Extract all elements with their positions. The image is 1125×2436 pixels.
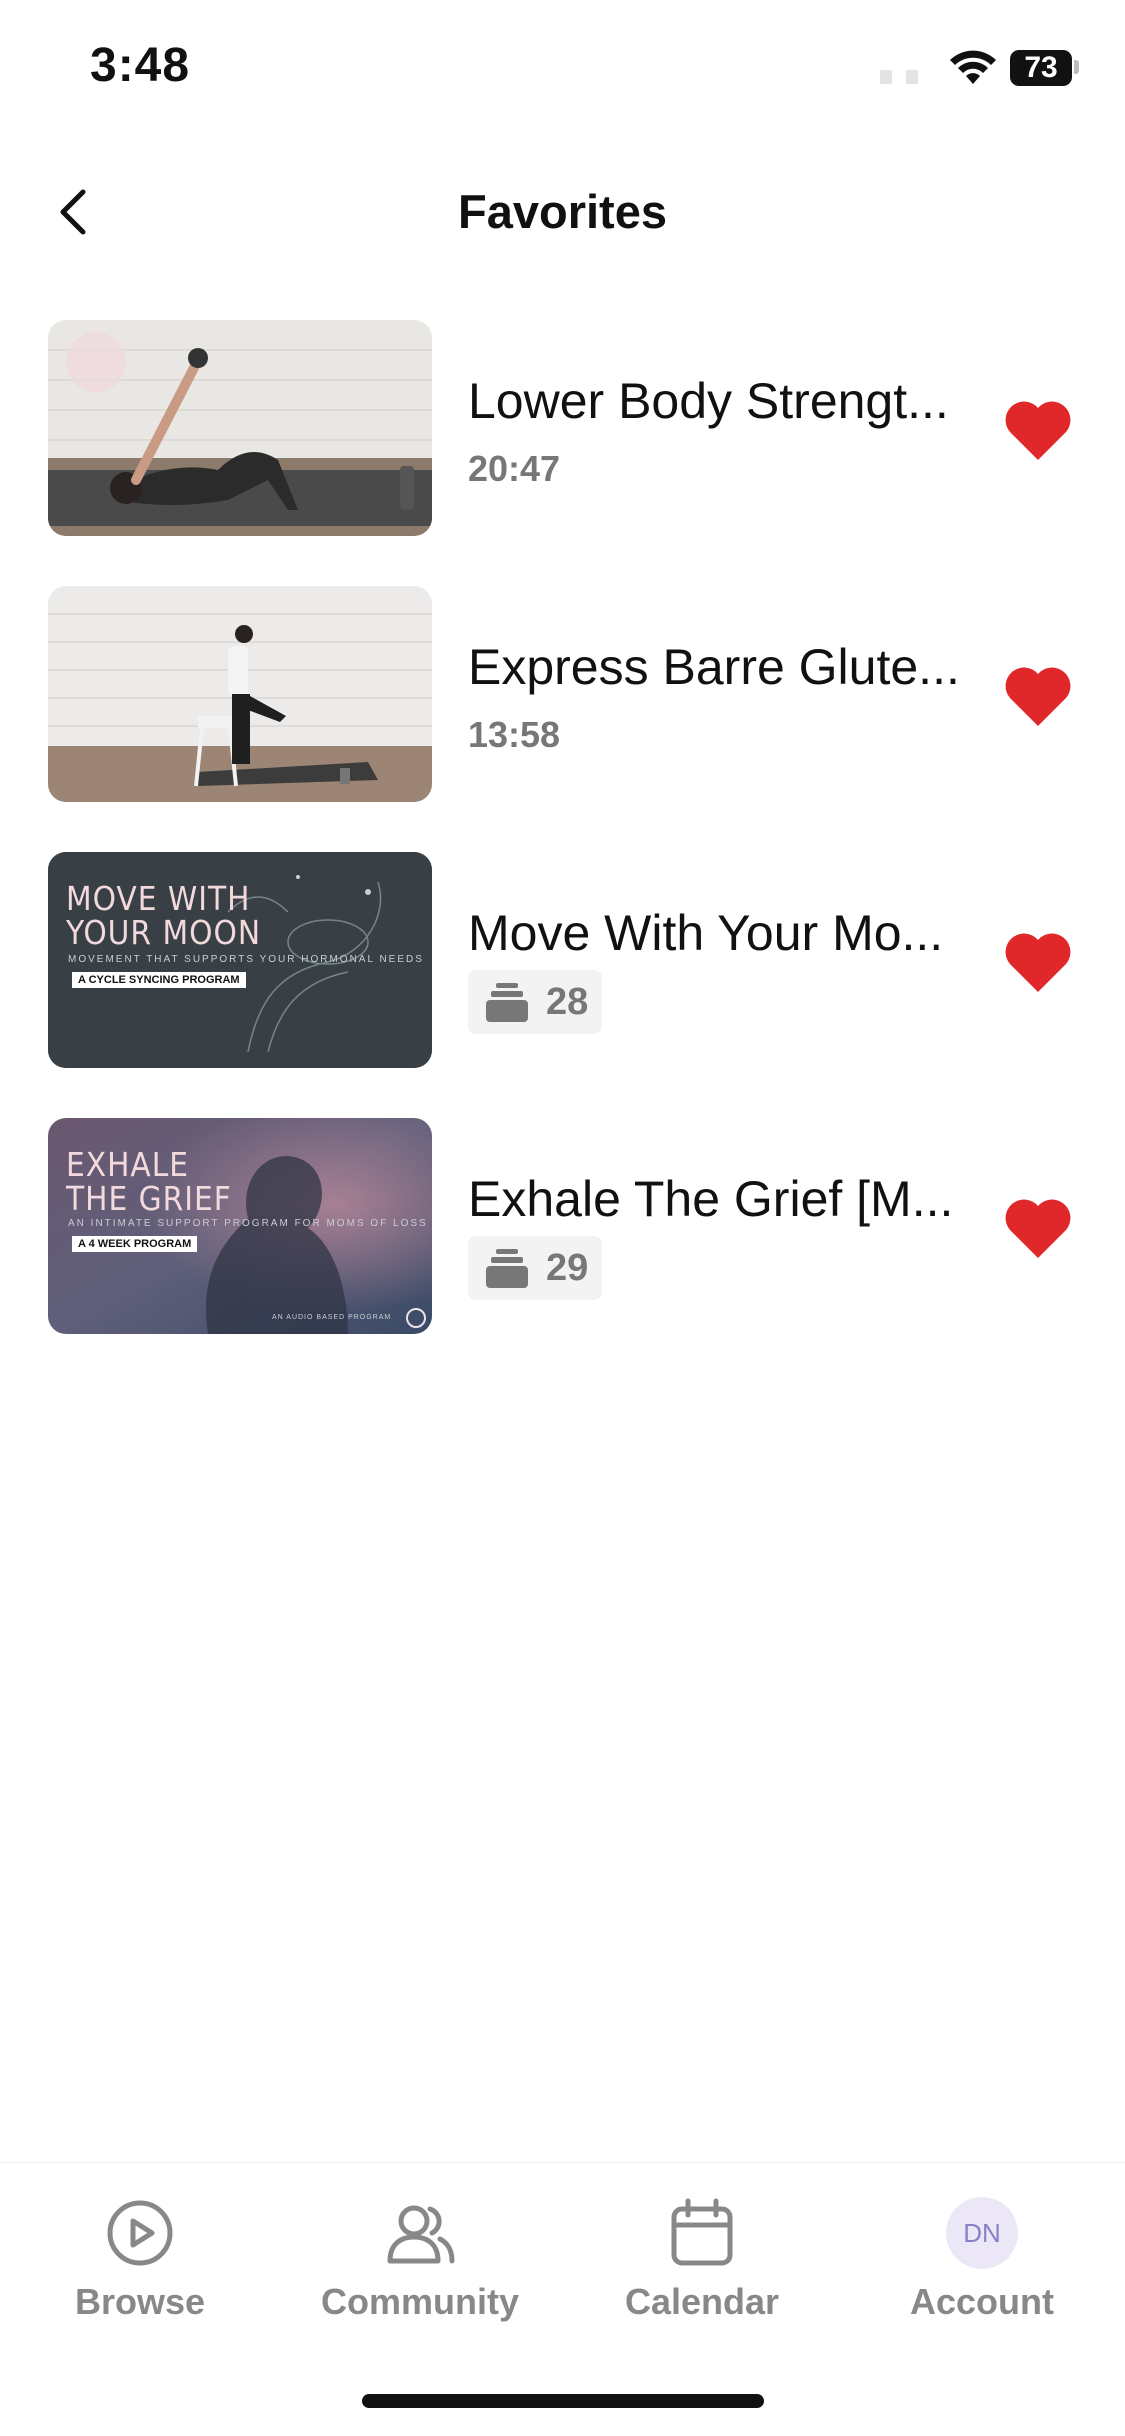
calendar-icon bbox=[671, 2198, 733, 2266]
thumbnail-heading: EXHALE THE GRIEF bbox=[66, 1145, 232, 1218]
home-indicator bbox=[362, 2394, 764, 2408]
favorite-item[interactable]: MOVE WITH YOUR MOON MOVEMENT THAT SUPPORT… bbox=[0, 852, 1125, 1072]
favorite-item[interactable]: Express Barre Glute... 13:58 bbox=[0, 586, 1125, 806]
tab-label: Calendar bbox=[624, 2281, 780, 2322]
tab-account[interactable]: DN Account bbox=[862, 2197, 1102, 2337]
favorites-screen: 3:48 73 Favorites Lower Body Strengt... … bbox=[0, 0, 1125, 2436]
lesson-count-badge: 29 bbox=[468, 1236, 603, 1300]
item-title: Move With Your Mo... bbox=[468, 905, 944, 961]
heart-icon[interactable] bbox=[1003, 1196, 1073, 1260]
thumbnail-tag: A 4 WEEK PROGRAM bbox=[72, 1236, 198, 1252]
item-duration: 20:47 bbox=[468, 448, 561, 489]
favorite-item[interactable]: Lower Body Strengt... 20:47 bbox=[0, 320, 1125, 540]
lesson-count-badge: 28 bbox=[468, 970, 603, 1034]
tab-label: Community bbox=[321, 2281, 519, 2322]
users-icon bbox=[387, 2205, 455, 2264]
lesson-count: 28 bbox=[546, 980, 589, 1023]
video-thumbnail[interactable] bbox=[48, 586, 432, 802]
header: Favorites bbox=[0, 160, 1125, 270]
lesson-count: 29 bbox=[546, 1246, 589, 1289]
item-title: Exhale The Grief [M... bbox=[468, 1171, 954, 1227]
stack-icon bbox=[486, 983, 528, 1022]
item-title: Lower Body Strengt... bbox=[468, 373, 949, 429]
wifi-icon bbox=[950, 50, 996, 84]
thumbnail-heading: MOVE WITH YOUR MOON bbox=[66, 879, 262, 952]
program-thumbnail[interactable]: EXHALE THE GRIEF AN INTIMATE SUPPORT PROG… bbox=[48, 1118, 432, 1334]
stack-icon bbox=[486, 1249, 528, 1288]
status-bar: 3:48 73 bbox=[0, 0, 1125, 140]
battery-tip bbox=[1074, 60, 1079, 74]
favorite-item[interactable]: EXHALE THE GRIEF AN INTIMATE SUPPORT PROG… bbox=[0, 1118, 1125, 1338]
tab-label: Account bbox=[910, 2281, 1054, 2322]
thumbnail-tag: A CYCLE SYNCING PROGRAM bbox=[72, 972, 246, 988]
tab-label: Browse bbox=[74, 2281, 206, 2322]
tab-community[interactable]: Community bbox=[300, 2197, 540, 2337]
tab-browse[interactable]: Browse bbox=[20, 2197, 260, 2337]
video-thumbnail[interactable] bbox=[48, 320, 432, 536]
heart-icon[interactable] bbox=[1003, 930, 1073, 994]
heart-icon[interactable] bbox=[1003, 664, 1073, 728]
tab-calendar[interactable]: Calendar bbox=[582, 2197, 822, 2337]
avatar: DN bbox=[946, 2197, 1018, 2269]
battery-icon: 73 bbox=[1010, 50, 1072, 86]
program-thumbnail[interactable]: MOVE WITH YOUR MOON MOVEMENT THAT SUPPORT… bbox=[48, 852, 432, 1068]
thumbnail-subtitle: MOVEMENT THAT SUPPORTS YOUR HORMONAL NEE… bbox=[68, 954, 424, 965]
item-duration: 13:58 bbox=[468, 714, 561, 755]
page-title: Favorites bbox=[458, 185, 667, 238]
status-time: 3:48 bbox=[90, 39, 191, 92]
play-circle-icon bbox=[107, 2200, 173, 2266]
cellular-signal-icon bbox=[880, 70, 920, 84]
item-title: Express Barre Glute... bbox=[468, 639, 960, 695]
thumbnail-footer: AN AUDIO BASED PROGRAM bbox=[272, 1314, 392, 1321]
thumbnail-subtitle: AN INTIMATE SUPPORT PROGRAM FOR MOMS OF … bbox=[68, 1218, 428, 1229]
heart-icon[interactable] bbox=[1003, 398, 1073, 462]
